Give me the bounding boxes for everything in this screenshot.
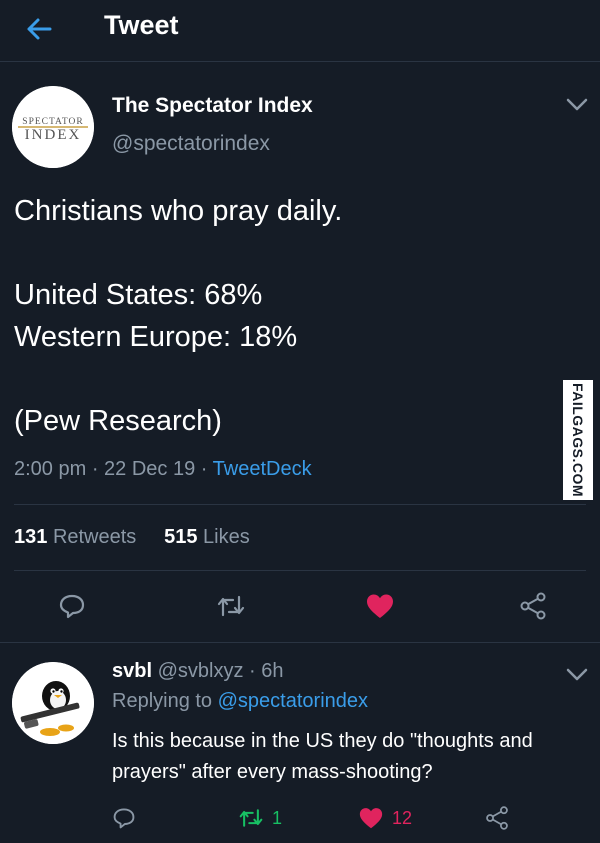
likes-label[interactable]: Likes xyxy=(203,526,250,548)
reply-retweet-button[interactable]: 1 xyxy=(238,798,282,838)
watermark: FAILGAGS.COM xyxy=(563,380,593,500)
tweet-client-link[interactable]: TweetDeck xyxy=(213,458,312,480)
svg-text:SPECTATOR: SPECTATOR xyxy=(22,117,83,127)
heart-icon xyxy=(367,594,393,618)
author-avatar[interactable]: SPECTATOR INDEX xyxy=(12,86,94,168)
meta-separator: · xyxy=(200,458,213,480)
tweet-line xyxy=(14,358,574,400)
reply-avatar[interactable] xyxy=(12,662,94,744)
reply-button[interactable] xyxy=(58,586,86,626)
page-title: Tweet xyxy=(104,10,179,40)
stats-gap xyxy=(142,526,159,548)
replying-to: Replying to @spectatorindex xyxy=(112,690,368,713)
reply-reply-button[interactable] xyxy=(112,798,136,838)
retweet-icon xyxy=(239,809,263,827)
replying-to-link[interactable]: @spectatorindex xyxy=(218,690,368,712)
svg-text:INDEX: INDEX xyxy=(25,127,82,143)
heart-icon xyxy=(359,808,383,829)
replying-to-label: Replying to xyxy=(112,690,213,712)
tweet-time: 2:00 pm xyxy=(14,458,87,480)
reply-author-handle[interactable]: @svblxyz xyxy=(158,660,244,682)
retweet-button[interactable] xyxy=(216,586,246,626)
tweet-date: 22 Dec 19 xyxy=(104,458,196,480)
meta-separator: · xyxy=(249,660,262,682)
tweet-stats: 131 Retweets 515 Likes xyxy=(14,526,250,549)
tweet-meta: 2:00 pm · 22 Dec 19 · TweetDeck xyxy=(14,458,312,481)
comment-icon xyxy=(59,594,85,619)
back-button[interactable] xyxy=(24,14,54,44)
like-button[interactable] xyxy=(365,586,395,626)
retweets-count[interactable]: 131 xyxy=(14,526,47,548)
likes-count[interactable]: 515 xyxy=(164,526,197,548)
retweet-icon xyxy=(217,595,245,617)
retweets-label[interactable]: Retweets xyxy=(53,526,136,548)
reply-author: svbl @svblxyz · 6h xyxy=(112,660,284,683)
tweet-line: Western Europe: 18% xyxy=(14,321,298,353)
top-bar: Tweet xyxy=(0,0,600,62)
divider xyxy=(14,504,586,505)
share-icon xyxy=(486,806,508,830)
reply-actions: 1 12 xyxy=(0,798,600,838)
chevron-down-icon[interactable] xyxy=(566,668,588,682)
watermark-text: FAILGAGS.COM xyxy=(570,382,586,498)
reply-tweet[interactable]: svbl @svblxyz · 6h Replying to @spectato… xyxy=(0,648,600,843)
share-icon xyxy=(520,592,546,620)
tweet-line xyxy=(14,232,574,274)
author-name[interactable]: The Spectator Index xyxy=(112,94,313,118)
divider xyxy=(14,570,586,571)
tweet-text: Christians who pray daily. United States… xyxy=(14,190,574,442)
chevron-down-icon[interactable] xyxy=(566,98,588,112)
tweet-line: (Pew Research) xyxy=(14,405,222,437)
reply-text: Is this because in the US they do "thoug… xyxy=(112,730,533,783)
arrow-left-icon xyxy=(27,18,52,40)
author-handle[interactable]: @spectatorindex xyxy=(112,132,270,156)
tweet-actions xyxy=(0,586,600,626)
tweet-line: United States: 68% xyxy=(14,279,263,311)
comment-icon xyxy=(113,808,135,829)
reply-like-count: 12 xyxy=(392,807,413,828)
spectator-index-logo: SPECTATOR INDEX xyxy=(12,86,94,168)
reply-author-name[interactable]: svbl xyxy=(112,660,152,682)
divider xyxy=(0,642,600,643)
tweet-line: Christians who pray daily. xyxy=(14,195,343,227)
penguin-avatar-image xyxy=(12,662,94,744)
tweet-header: SPECTATOR INDEX The Spectator Index @spe… xyxy=(0,78,600,168)
share-button[interactable] xyxy=(518,586,548,626)
meta-separator: · xyxy=(91,458,105,480)
reply-age: 6h xyxy=(261,660,284,682)
reply-like-button[interactable]: 12 xyxy=(358,798,412,838)
reply-retweet-count: 1 xyxy=(272,807,283,828)
reply-share-button[interactable] xyxy=(484,798,510,838)
